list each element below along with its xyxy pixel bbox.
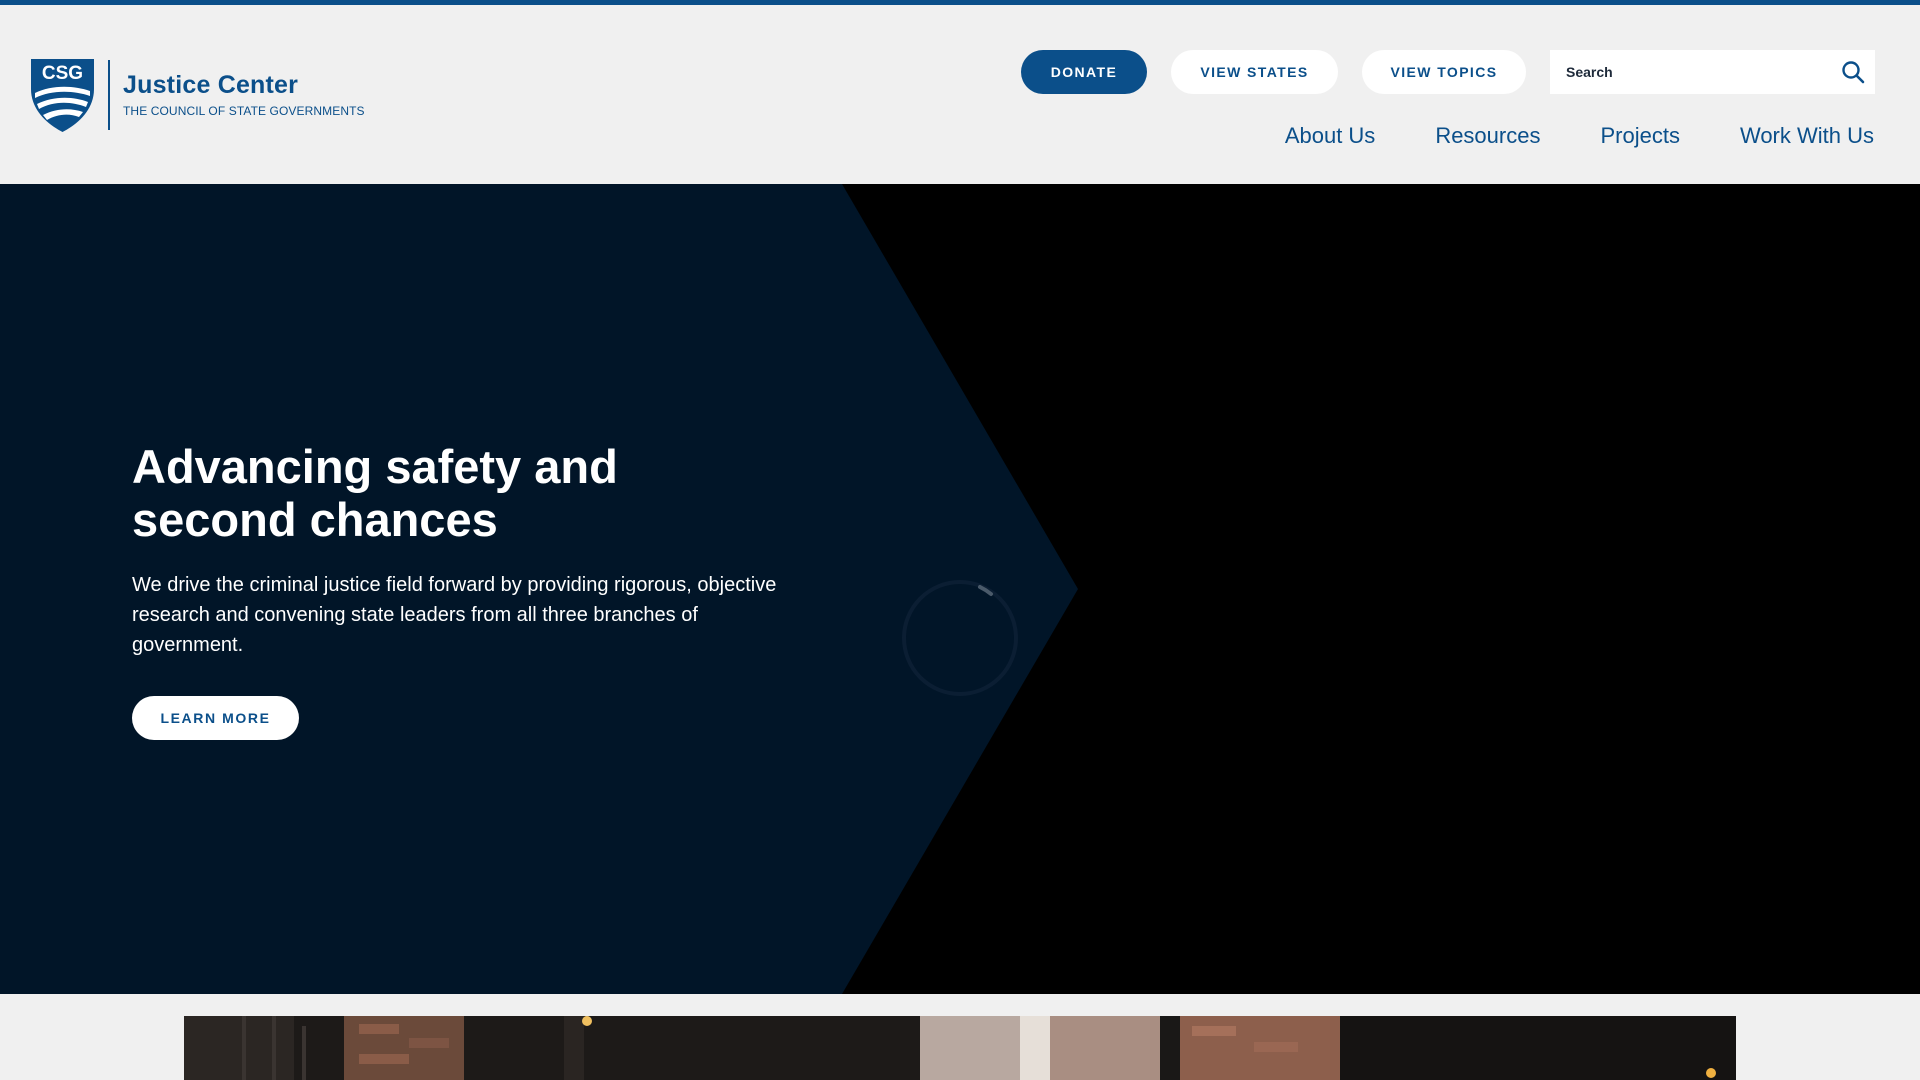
search-input[interactable] [1550,50,1820,94]
hero-description: We drive the criminal justice field forw… [132,574,777,656]
logo-subtitle: THE COUNCIL OF STATE GOVERNMENTS [123,103,365,118]
hero-title: Advancing safety and second chances [132,440,618,546]
logo-text: Justice Center THE COUNCIL OF STATE GOVE… [123,71,365,118]
site-header: CSG Justice Center THE COUNCIL OF STATE … [0,5,1920,184]
nav-item-about-us[interactable]: About Us [1285,123,1376,149]
nav-item-projects[interactable]: Projects [1600,123,1679,149]
search-icon[interactable] [1841,60,1865,84]
nav-item-work-with-us[interactable]: Work With Us [1740,123,1874,149]
search-box [1550,50,1875,94]
logo-divider [108,60,110,130]
main-nav: About Us Resources Projects Work With Us [1225,123,1874,149]
learn-more-button[interactable]: LEARN MORE [132,696,299,740]
hero-content: Advancing safety and second chances We d… [132,440,832,740]
featured-photo [184,1016,1736,1080]
nav-item-resources[interactable]: Resources [1435,123,1540,149]
loading-spinner-icon [902,580,1018,696]
featured-photo-graphic [184,1016,1736,1080]
donate-button[interactable]: DONATE [1021,50,1147,94]
site-logo-link[interactable]: CSG Justice Center THE COUNCIL OF STATE … [31,56,371,134]
hero-section: Advancing safety and second chances We d… [0,184,1920,994]
utility-bar: DONATE VIEW STATES VIEW TOPICS [1021,50,1526,94]
view-topics-button[interactable]: VIEW TOPICS [1362,50,1526,94]
logo-mark-text: CSG [42,63,83,84]
csg-shield-logo-icon: CSG [31,58,94,132]
view-states-button[interactable]: VIEW STATES [1171,50,1338,94]
logo-name: Justice Center [123,71,299,100]
